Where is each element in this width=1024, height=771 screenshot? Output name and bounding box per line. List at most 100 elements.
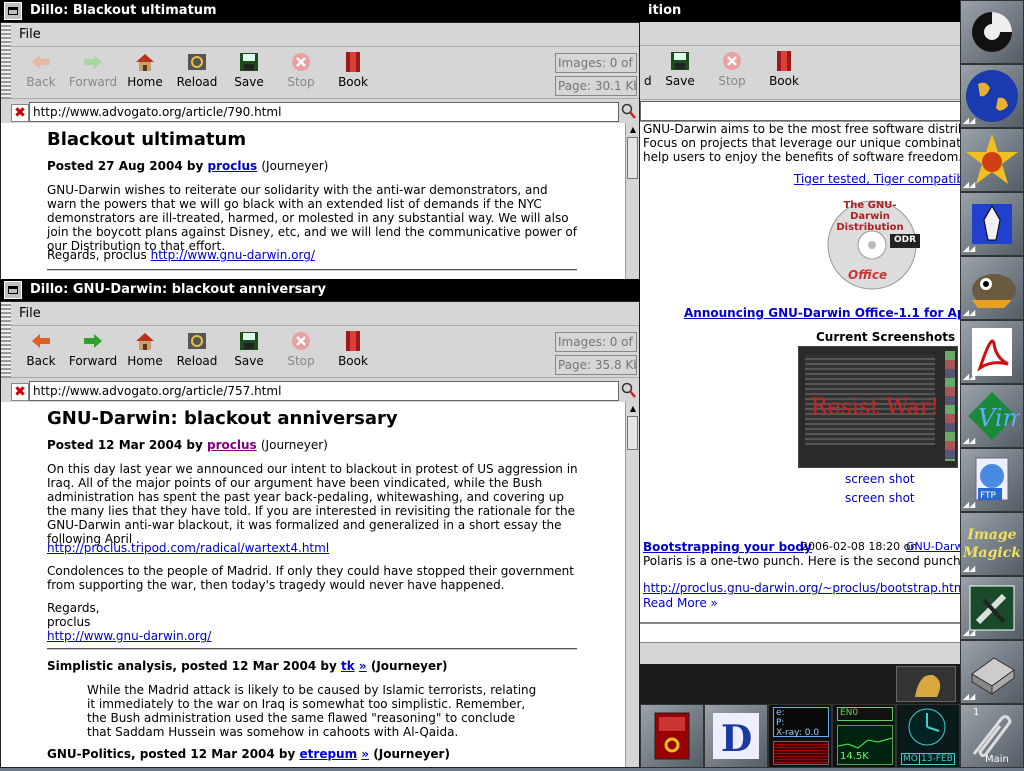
applet-net[interactable]: EN0 14.5K — [832, 704, 896, 768]
read-more-link[interactable]: Read More » — [643, 596, 718, 610]
bootstrap-link[interactable]: Bootstrapping your body — [643, 540, 812, 554]
stop-icon — [721, 50, 743, 72]
window1-file-menu[interactable]: File — [19, 27, 41, 42]
dock-vim[interactable]: Vim ◢◢ — [960, 384, 1024, 448]
regards: Regards, proclus http://www.gnu-darwin.o… — [47, 248, 315, 262]
window3-save-button[interactable]: Save — [654, 48, 706, 94]
page-title: GNU-Darwin: blackout anniversary — [47, 408, 398, 429]
save-icon — [238, 330, 260, 352]
screenshot-thumbnail[interactable]: Resist War! — [798, 346, 958, 468]
bootstrap-text: Polaris is a one-two punch. Here is the … — [643, 554, 962, 568]
clock-day: MO — [901, 753, 920, 765]
window3-titlebar[interactable]: ition — [620, 0, 962, 22]
dock-clip[interactable]: 1 Main — [960, 704, 1024, 768]
applet-dock-d[interactable]: D — [704, 704, 768, 768]
clear-url-icon[interactable]: ✖ — [11, 104, 29, 122]
signature: proclus — [47, 615, 91, 629]
window1: File Back Forward Home Reload Save Stop — [0, 22, 640, 280]
window2-forward-button[interactable]: Forward — [67, 328, 119, 374]
window2-back-button[interactable]: Back — [15, 328, 67, 374]
stop-icon — [290, 330, 312, 352]
author-link[interactable]: proclus — [207, 159, 257, 173]
reply1-header: Simplistic analysis, posted 12 Mar 2004 … — [47, 659, 448, 673]
window3-url-field[interactable] — [640, 101, 962, 121]
forward-arrow-icon — [82, 51, 104, 73]
window2-url-input[interactable]: http://www.advogato.org/article/757.html — [29, 381, 619, 401]
window3: d Save Stop Book GNU-Darwin aims to be t… — [640, 22, 962, 768]
search-icon[interactable] — [621, 382, 637, 400]
epost-display: e: P: X-ray: 0.0 — [773, 707, 829, 738]
search-icon[interactable] — [621, 103, 637, 121]
mailbox-icon — [654, 712, 690, 760]
dock-appmanager[interactable] — [960, 0, 1024, 64]
applet-epost[interactable]: e: P: X-ray: 0.0 — [768, 704, 832, 768]
dock-globe[interactable]: ◢◢ — [960, 64, 1024, 128]
reply1-arrow-link[interactable]: » — [359, 659, 367, 673]
home-icon — [134, 51, 156, 73]
wartext-link[interactable]: http://proclus.tripod.com/radical/wartex… — [47, 541, 329, 555]
window3-book-button[interactable]: Book — [758, 48, 810, 94]
window1-miniaturize-button[interactable] — [4, 2, 22, 20]
window2-titlebar[interactable]: Dillo: GNU-Darwin: blackout anniversary — [0, 279, 640, 301]
dock-drive[interactable]: ◢◢ — [960, 640, 1024, 704]
d-logo-icon: D — [713, 713, 759, 760]
author-link[interactable]: proclus — [207, 438, 257, 452]
clock-date: 13-FEB — [919, 753, 955, 765]
window1-forward-button[interactable]: Forward — [67, 49, 119, 95]
window1-stop-button[interactable]: Stop — [275, 49, 327, 95]
window2-home-button[interactable]: Home — [119, 328, 171, 374]
bootstrap-meta-link[interactable]: GNU-Darwi — [906, 540, 962, 553]
window2-miniaturize-button[interactable] — [4, 281, 22, 299]
save-icon — [238, 51, 260, 73]
screen-shot-link-2[interactable]: screen shot — [845, 491, 915, 505]
office-announce-link[interactable]: Announcing GNU-Darwin Office-1.1 for App… — [684, 306, 962, 320]
scroll-thumb[interactable] — [627, 416, 638, 450]
window1-reload-button[interactable]: Reload — [171, 49, 223, 95]
dock-imagemagick[interactable]: Image Magick ◢◢ — [960, 512, 1024, 576]
window1-save-button[interactable]: Save — [223, 49, 275, 95]
tiger-link[interactable]: Tiger tested, Tiger compatible — [794, 172, 962, 186]
dock-dragon[interactable]: ◢◢ — [960, 128, 1024, 192]
window3-menubar — [640, 22, 962, 46]
helmet-icon — [915, 674, 941, 697]
window2-book-button[interactable]: Book — [327, 328, 379, 374]
window1-book-button[interactable]: Book — [327, 49, 379, 95]
dock-tools[interactable]: ◢◢ — [960, 576, 1024, 640]
gnu-darwin-link[interactable]: http://www.gnu-darwin.org/ — [47, 629, 211, 643]
window1-home-button[interactable]: Home — [119, 49, 171, 95]
reply2-arrow-link[interactable]: » — [361, 747, 369, 761]
window2-file-menu[interactable]: File — [19, 306, 41, 321]
gnu-darwin-link[interactable]: http://www.gnu-darwin.org/ — [151, 248, 315, 262]
screen-shot-link-1[interactable]: screen shot — [845, 472, 915, 486]
window3-stop-button[interactable]: Stop — [706, 48, 758, 94]
applet-clock[interactable]: MO 13-FEB — [896, 704, 960, 768]
window2-menubar: File — [1, 302, 639, 326]
window1-url-input[interactable]: http://www.advogato.org/article/790.html — [29, 102, 619, 122]
scroll-up-icon[interactable]: ▲ — [627, 403, 639, 415]
helmet-applet[interactable] — [896, 666, 956, 702]
window2-reload-button[interactable]: Reload — [171, 328, 223, 374]
window3-urlbar — [640, 100, 962, 122]
window1-back-button[interactable]: Back — [15, 49, 67, 95]
reply1-author-link[interactable]: tk — [341, 659, 355, 673]
scroll-up-icon[interactable]: ▲ — [627, 124, 639, 136]
window2-save-button[interactable]: Save — [223, 328, 275, 374]
window1-scrollbar[interactable]: ▲ — [625, 123, 639, 279]
svg-text:Vim: Vim — [978, 404, 1020, 432]
clock-icon — [908, 708, 946, 746]
applet-mail[interactable] — [640, 704, 704, 768]
window2-scrollbar[interactable]: ▲ — [625, 402, 639, 767]
window3-statusbar — [640, 642, 962, 664]
window2-stop-button[interactable]: Stop — [275, 328, 327, 374]
dock-pdf[interactable]: ◢◢ — [960, 320, 1024, 384]
dock-gimp[interactable]: ◢◢ — [960, 256, 1024, 320]
reply2-author-link[interactable]: etrepum — [300, 747, 358, 761]
window1-toolbar: Back Forward Home Reload Save Stop Book … — [1, 47, 639, 99]
article-para-1: On this day last year we announced our i… — [47, 462, 578, 546]
scroll-thumb[interactable] — [627, 137, 638, 179]
clear-url-icon[interactable]: ✖ — [11, 383, 29, 401]
bootstrap-url[interactable]: http://proclus.gnu-darwin.org/~proclus/b… — [643, 581, 962, 595]
window1-titlebar[interactable]: Dillo: Blackout ultimatum — [0, 0, 620, 22]
dock-ftp[interactable]: FTP ◢◢ — [960, 448, 1024, 512]
dock-pen[interactable]: ◢◢ — [960, 192, 1024, 256]
